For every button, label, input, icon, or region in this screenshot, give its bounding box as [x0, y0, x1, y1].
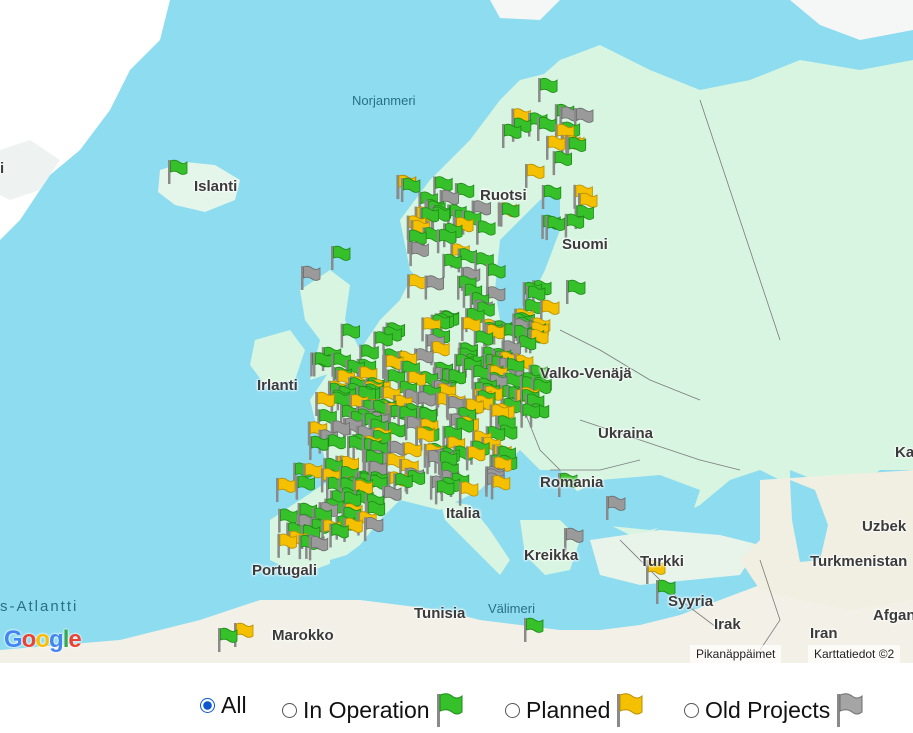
filter-planned-option[interactable]: Planned — [505, 692, 644, 728]
label-ruotsi: Ruotsi — [480, 187, 527, 204]
google-logo[interactable]: Google — [4, 626, 82, 654]
yellow-flag-icon — [614, 692, 644, 728]
label-valko-venaja: Valko-Venäjä — [540, 365, 632, 382]
label-ka: Ka — [895, 444, 913, 461]
filter-all-option[interactable]: All — [200, 692, 247, 719]
label-tunisia: Tunisia — [414, 605, 466, 622]
filter-old-projects-option[interactable]: Old Projects — [684, 692, 864, 728]
label-iran: Iran — [810, 625, 838, 642]
label-islanti: Islanti — [194, 178, 238, 195]
keyboard-shortcuts-link[interactable]: Pikanäppäimet — [690, 645, 782, 663]
map-canvas[interactable] — [0, 0, 913, 663]
filter-all-radio[interactable] — [200, 698, 215, 713]
label-turkki: Turkki — [640, 553, 684, 570]
label-kreikka: Kreikka — [524, 547, 579, 564]
label-turkmenistan: Turkmenistan — [810, 553, 908, 570]
label-afgan: Afgan — [873, 607, 913, 624]
map-data-attribution[interactable]: Karttatiedot ©2 — [808, 645, 901, 663]
label-valimeri: Välimeri — [488, 601, 535, 616]
label-atlantti: s-Atlantti — [0, 598, 79, 615]
gray-flag-icon — [834, 692, 864, 728]
filter-planned-radio[interactable] — [505, 702, 520, 718]
filter-in-operation-label[interactable]: In Operation — [303, 697, 430, 724]
filter-in-operation-radio[interactable] — [282, 702, 297, 718]
label-italia: Italia — [446, 505, 481, 522]
label-syyria: Syyria — [668, 593, 714, 610]
filter-in-operation-option[interactable]: In Operation — [282, 692, 464, 728]
label-ukraina: Ukraina — [598, 425, 654, 442]
label-portugali: Portugali — [252, 562, 318, 579]
label-irlanti: Irlanti — [257, 377, 298, 394]
label-romania: Romania — [540, 474, 604, 491]
label-irak: Irak — [714, 616, 741, 633]
map[interactable]: Norjanmeri Islanti Ruotsi Suomi Irlanti … — [0, 0, 913, 663]
label-norjanmeri: Norjanmeri — [352, 93, 416, 108]
label-uzbek: Uzbek — [862, 518, 907, 535]
label-marokko: Marokko — [272, 627, 334, 644]
filter-old-projects-radio[interactable] — [684, 702, 699, 718]
label-suomi: Suomi — [562, 236, 608, 253]
filter-old-projects-label[interactable]: Old Projects — [705, 697, 830, 724]
green-flag-icon — [434, 692, 464, 728]
filter-all-label[interactable]: All — [221, 692, 247, 719]
label-edge-i: i — [0, 160, 5, 177]
filter-planned-label[interactable]: Planned — [526, 697, 610, 724]
central-asia-landmass — [740, 470, 913, 610]
